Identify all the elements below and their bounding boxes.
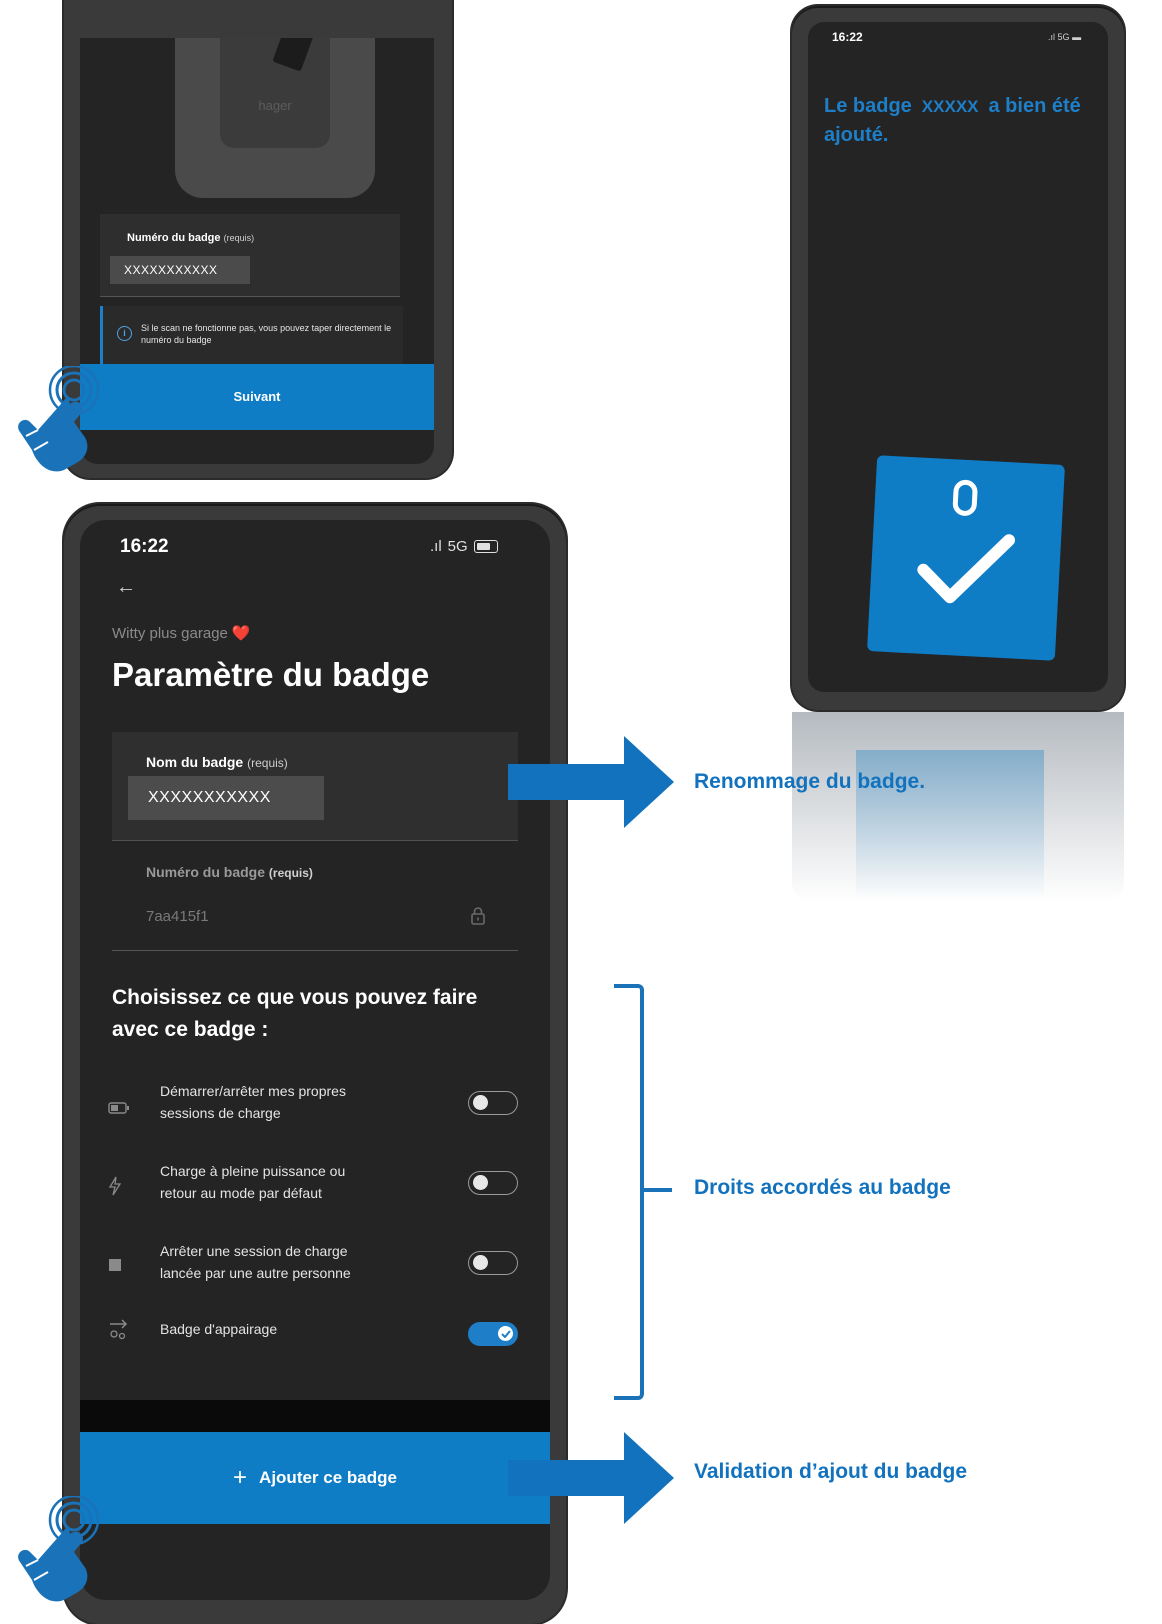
status-bar-indicators: .ıl 5G ▬ [1048, 32, 1081, 42]
badge-number-label: Numéro du badge (requis) [146, 864, 313, 880]
add-badge-button[interactable]: + Ajouter ce badge [80, 1432, 550, 1524]
badge-hole-icon [952, 479, 979, 517]
checkmark-icon [917, 534, 1015, 604]
right-stop-other-session: Arrêter une session de charge lancée par… [80, 1240, 550, 1300]
tap-hand-icon [18, 366, 100, 472]
badge-name-label: Nom du badge (requis) [146, 754, 288, 770]
battery-icon [108, 1102, 129, 1114]
charger-brand-label: hager [258, 98, 292, 113]
badge-name-input[interactable] [128, 776, 324, 820]
info-icon: i [117, 326, 132, 341]
right-label: Badge d'appairage [160, 1321, 278, 1337]
rename-callout: Renommage du badge. [694, 770, 926, 793]
badge-number-label: Numéro du badge (requis) [127, 232, 255, 244]
pairing-icon [110, 1319, 128, 1340]
badge-number-field[interactable]: Numéro du badge (requis) XXXXXXXXXXX [100, 214, 400, 297]
back-arrow-icon[interactable]: ← [116, 576, 136, 599]
right-label: Démarrer/arrêter mes propres sessions de… [160, 1083, 346, 1121]
rename-arrow [508, 736, 674, 828]
validate-arrow [508, 1432, 674, 1524]
success-message: Le badge XXXXX a bien été ajouté. [824, 95, 1081, 146]
right-full-power: Charge à pleine puissance ou retour au m… [80, 1160, 550, 1220]
right-label: Arrêter une session de charge lancée par… [160, 1243, 351, 1281]
status-bar-indicators: .ıl 5G [430, 538, 498, 555]
battery-icon: ▬ [1072, 32, 1082, 42]
success-phone-screen: 16:22 .ıl 5G ▬ Le badge XXXXX a bien été a… [808, 22, 1108, 692]
rights-bracket [614, 984, 644, 1400]
info-note: i Si le scan ne fonctionne pas, vous pou… [100, 306, 403, 366]
validate-callout: Validation d’ajout du badge [694, 1460, 968, 1483]
right-label: Charge à pleine puissance ou retour au m… [160, 1163, 346, 1201]
charger-device-body: hager [220, 38, 330, 148]
right-toggle[interactable] [468, 1171, 518, 1195]
badge-id: XXXXX [921, 97, 979, 116]
charger-name: Witty plus garage ❤️ [112, 625, 251, 642]
badge-name-field[interactable]: Nom du badge (requis) [112, 732, 518, 841]
right-toggle[interactable] [468, 1251, 518, 1275]
badge-number-value: 7aa415f1 [146, 908, 209, 925]
right-pairing-badge: Badge d'appairage [80, 1316, 550, 1376]
right-toggle[interactable] [468, 1322, 518, 1346]
right-start-stop-own: Démarrer/arrêter mes propres sessions de… [80, 1080, 550, 1140]
settings-phone-screen: 16:22 .ıl 5G ← Witty plus garage ❤️ Param… [80, 520, 550, 1600]
stop-icon [109, 1259, 121, 1271]
network-label: 5G [1057, 32, 1070, 42]
info-note-text: Si le scan ne fonctionne pas, vous pouve… [141, 323, 392, 345]
divider [112, 950, 518, 951]
bottom-band [80, 1400, 550, 1432]
charger-device-image: hager [175, 38, 375, 198]
badge-number-input[interactable]: XXXXXXXXXXX [110, 256, 250, 284]
heart-icon: ❤️ [231, 625, 251, 642]
rights-callout: Droits accordés au badge [694, 1176, 951, 1199]
plus-icon: + [233, 1464, 248, 1491]
check-icon [501, 1330, 511, 1338]
next-button[interactable]: Suivant [80, 364, 434, 430]
right-toggle[interactable] [468, 1091, 518, 1115]
tap-hand-icon [18, 1496, 100, 1602]
rights-bracket-tick [642, 1188, 672, 1192]
signal-icon: .ıl [1048, 32, 1056, 42]
network-label: 5G [447, 538, 468, 555]
badge-added-illustration [866, 455, 1066, 661]
scan-phone-screen: hager Numéro du badge (requis) XXXXXXXXX… [80, 38, 434, 464]
status-time: 16:22 [832, 30, 863, 44]
lightning-icon [108, 1176, 122, 1196]
rights-heading: Choisissez ce que vous pouvez faire avec… [112, 986, 478, 1041]
signal-icon: .ıl [430, 538, 442, 555]
status-time: 16:22 [120, 536, 169, 557]
battery-icon [473, 540, 498, 553]
badge-reader-chip [272, 38, 318, 72]
lock-icon [471, 907, 485, 925]
page-title: Paramètre du badge [112, 656, 430, 693]
